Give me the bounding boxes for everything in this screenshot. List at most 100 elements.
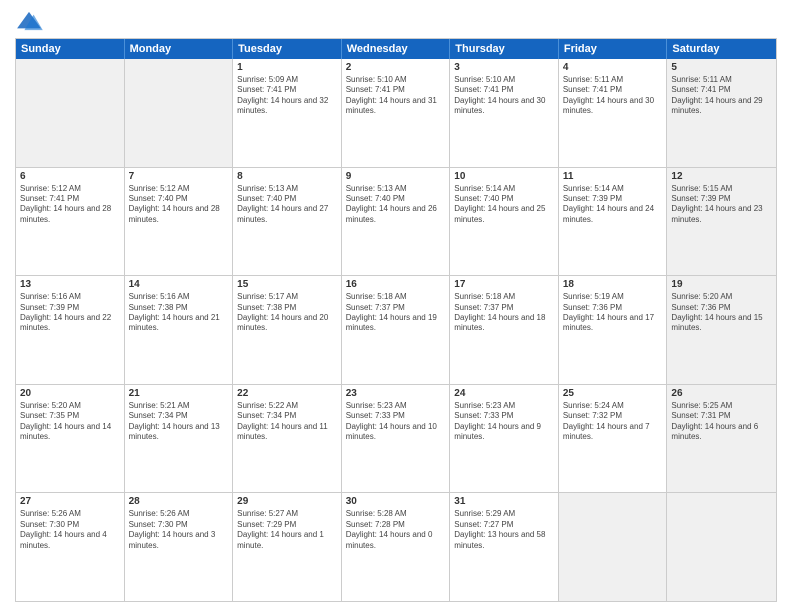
- week-row-3: 13Sunrise: 5:16 AM Sunset: 7:39 PM Dayli…: [16, 275, 776, 384]
- day-number: 4: [563, 62, 663, 73]
- cell-info: Sunrise: 5:29 AM Sunset: 7:27 PM Dayligh…: [454, 509, 554, 551]
- header-day-saturday: Saturday: [667, 39, 776, 59]
- cal-cell: 28Sunrise: 5:26 AM Sunset: 7:30 PM Dayli…: [125, 493, 234, 601]
- day-number: 12: [671, 171, 772, 182]
- header-day-friday: Friday: [559, 39, 668, 59]
- cell-info: Sunrise: 5:21 AM Sunset: 7:34 PM Dayligh…: [129, 401, 229, 443]
- cell-info: Sunrise: 5:20 AM Sunset: 7:35 PM Dayligh…: [20, 401, 120, 443]
- cell-info: Sunrise: 5:10 AM Sunset: 7:41 PM Dayligh…: [346, 75, 446, 117]
- cell-info: Sunrise: 5:23 AM Sunset: 7:33 PM Dayligh…: [454, 401, 554, 443]
- cal-cell: 31 Sunrise: 5:29 AM Sunset: 7:27 PM Dayli…: [450, 493, 559, 601]
- day-number: 26: [671, 388, 772, 399]
- week-row-4: 20 Sunrise: 5:20 AM Sunset: 7:35 PM Dayli…: [16, 384, 776, 493]
- header-day-wednesday: Wednesday: [342, 39, 451, 59]
- header-day-thursday: Thursday: [450, 39, 559, 59]
- cal-cell: [16, 59, 125, 167]
- cell-info: Sunrise: 5:11 AM Sunset: 7:41 PM Dayligh…: [671, 75, 772, 117]
- cal-cell: [559, 493, 668, 601]
- day-number: 24: [454, 388, 554, 399]
- cell-info: Sunrise: 5:15 AM Sunset: 7:39 PM Dayligh…: [671, 184, 772, 226]
- cell-info: Sunrise: 5:26 AM Sunset: 7:30 PM Dayligh…: [129, 509, 229, 551]
- cell-info: Sunrise: 5:12 AM Sunset: 7:40 PM Dayligh…: [129, 184, 229, 226]
- day-number: 7: [129, 171, 229, 182]
- day-number: 2: [346, 62, 446, 73]
- cal-cell: 14 Sunrise: 5:16 AM Sunset: 7:38 PM Dayli…: [125, 276, 234, 384]
- cell-info: Sunrise: 5:23 AM Sunset: 7:33 PM Dayligh…: [346, 401, 446, 443]
- calendar: SundayMondayTuesdayWednesdayThursdayFrid…: [15, 38, 777, 602]
- cell-info: Sunrise: 5:16 AM Sunset: 7:38 PM Dayligh…: [129, 292, 229, 334]
- day-number: 15: [237, 279, 337, 290]
- cal-cell: 27 Sunrise: 5:26 AM Sunset: 7:30 PM Dayli…: [16, 493, 125, 601]
- day-number: 14: [129, 279, 229, 290]
- day-number: 8: [237, 171, 337, 182]
- cal-cell: 19 Sunrise: 5:20 AM Sunset: 7:36 PM Dayli…: [667, 276, 776, 384]
- cal-cell: 11Sunrise: 5:14 AM Sunset: 7:39 PM Dayli…: [559, 168, 668, 276]
- day-number: 9: [346, 171, 446, 182]
- day-number: 20: [20, 388, 120, 399]
- week-row-2: 6Sunrise: 5:12 AM Sunset: 7:41 PM Daylig…: [16, 167, 776, 276]
- day-number: 17: [454, 279, 554, 290]
- cell-info: Sunrise: 5:19 AM Sunset: 7:36 PM Dayligh…: [563, 292, 663, 334]
- day-number: 27: [20, 496, 120, 507]
- day-number: 22: [237, 388, 337, 399]
- cal-cell: 26 Sunrise: 5:25 AM Sunset: 7:31 PM Dayli…: [667, 385, 776, 493]
- day-number: 19: [671, 279, 772, 290]
- cell-info: Sunrise: 5:13 AM Sunset: 7:40 PM Dayligh…: [237, 184, 337, 226]
- cal-cell: 1 Sunrise: 5:09 AM Sunset: 7:41 PM Daylig…: [233, 59, 342, 167]
- cal-cell: 18 Sunrise: 5:19 AM Sunset: 7:36 PM Dayli…: [559, 276, 668, 384]
- cal-cell: 22 Sunrise: 5:22 AM Sunset: 7:34 PM Dayli…: [233, 385, 342, 493]
- day-number: 25: [563, 388, 663, 399]
- cal-cell: 20 Sunrise: 5:20 AM Sunset: 7:35 PM Dayli…: [16, 385, 125, 493]
- day-number: 13: [20, 279, 120, 290]
- cell-info: Sunrise: 5:10 AM Sunset: 7:41 PM Dayligh…: [454, 75, 554, 117]
- cal-cell: 12 Sunrise: 5:15 AM Sunset: 7:39 PM Dayli…: [667, 168, 776, 276]
- cal-cell: 13Sunrise: 5:16 AM Sunset: 7:39 PM Dayli…: [16, 276, 125, 384]
- cal-cell: [667, 493, 776, 601]
- cell-info: Sunrise: 5:17 AM Sunset: 7:38 PM Dayligh…: [237, 292, 337, 334]
- day-number: 10: [454, 171, 554, 182]
- cal-cell: 2 Sunrise: 5:10 AM Sunset: 7:41 PM Daylig…: [342, 59, 451, 167]
- cal-cell: 16 Sunrise: 5:18 AM Sunset: 7:37 PM Dayli…: [342, 276, 451, 384]
- page: SundayMondayTuesdayWednesdayThursdayFrid…: [0, 0, 792, 612]
- logo-icon: [15, 10, 43, 32]
- header-day-monday: Monday: [125, 39, 234, 59]
- header-day-sunday: Sunday: [16, 39, 125, 59]
- day-number: 29: [237, 496, 337, 507]
- day-number: 18: [563, 279, 663, 290]
- cal-cell: 15 Sunrise: 5:17 AM Sunset: 7:38 PM Dayli…: [233, 276, 342, 384]
- cal-cell: 30Sunrise: 5:28 AM Sunset: 7:28 PM Dayli…: [342, 493, 451, 601]
- week-row-5: 27 Sunrise: 5:26 AM Sunset: 7:30 PM Dayli…: [16, 492, 776, 601]
- day-number: 16: [346, 279, 446, 290]
- cal-cell: 9Sunrise: 5:13 AM Sunset: 7:40 PM Daylig…: [342, 168, 451, 276]
- cal-cell: 7 Sunrise: 5:12 AM Sunset: 7:40 PM Daylig…: [125, 168, 234, 276]
- cell-info: Sunrise: 5:24 AM Sunset: 7:32 PM Dayligh…: [563, 401, 663, 443]
- calendar-header: SundayMondayTuesdayWednesdayThursdayFrid…: [16, 39, 776, 59]
- cell-info: Sunrise: 5:27 AM Sunset: 7:29 PM Dayligh…: [237, 509, 337, 551]
- calendar-body: 1 Sunrise: 5:09 AM Sunset: 7:41 PM Daylig…: [16, 59, 776, 601]
- cal-cell: 4Sunrise: 5:11 AM Sunset: 7:41 PM Daylig…: [559, 59, 668, 167]
- cell-info: Sunrise: 5:28 AM Sunset: 7:28 PM Dayligh…: [346, 509, 446, 551]
- cal-cell: 3 Sunrise: 5:10 AM Sunset: 7:41 PM Daylig…: [450, 59, 559, 167]
- day-number: 31: [454, 496, 554, 507]
- day-number: 5: [671, 62, 772, 73]
- day-number: 23: [346, 388, 446, 399]
- cal-cell: 25 Sunrise: 5:24 AM Sunset: 7:32 PM Dayli…: [559, 385, 668, 493]
- day-number: 1: [237, 62, 337, 73]
- cal-cell: 6Sunrise: 5:12 AM Sunset: 7:41 PM Daylig…: [16, 168, 125, 276]
- day-number: 3: [454, 62, 554, 73]
- header: [15, 10, 777, 32]
- logo: [15, 10, 47, 32]
- day-number: 6: [20, 171, 120, 182]
- cell-info: Sunrise: 5:26 AM Sunset: 7:30 PM Dayligh…: [20, 509, 120, 551]
- cal-cell: 23 Sunrise: 5:23 AM Sunset: 7:33 PM Dayli…: [342, 385, 451, 493]
- cal-cell: 29 Sunrise: 5:27 AM Sunset: 7:29 PM Dayli…: [233, 493, 342, 601]
- cell-info: Sunrise: 5:09 AM Sunset: 7:41 PM Dayligh…: [237, 75, 337, 117]
- cell-info: Sunrise: 5:22 AM Sunset: 7:34 PM Dayligh…: [237, 401, 337, 443]
- week-row-1: 1 Sunrise: 5:09 AM Sunset: 7:41 PM Daylig…: [16, 59, 776, 167]
- cell-info: Sunrise: 5:20 AM Sunset: 7:36 PM Dayligh…: [671, 292, 772, 334]
- header-day-tuesday: Tuesday: [233, 39, 342, 59]
- cell-info: Sunrise: 5:25 AM Sunset: 7:31 PM Dayligh…: [671, 401, 772, 443]
- cal-cell: 24 Sunrise: 5:23 AM Sunset: 7:33 PM Dayli…: [450, 385, 559, 493]
- cell-info: Sunrise: 5:18 AM Sunset: 7:37 PM Dayligh…: [454, 292, 554, 334]
- cell-info: Sunrise: 5:18 AM Sunset: 7:37 PM Dayligh…: [346, 292, 446, 334]
